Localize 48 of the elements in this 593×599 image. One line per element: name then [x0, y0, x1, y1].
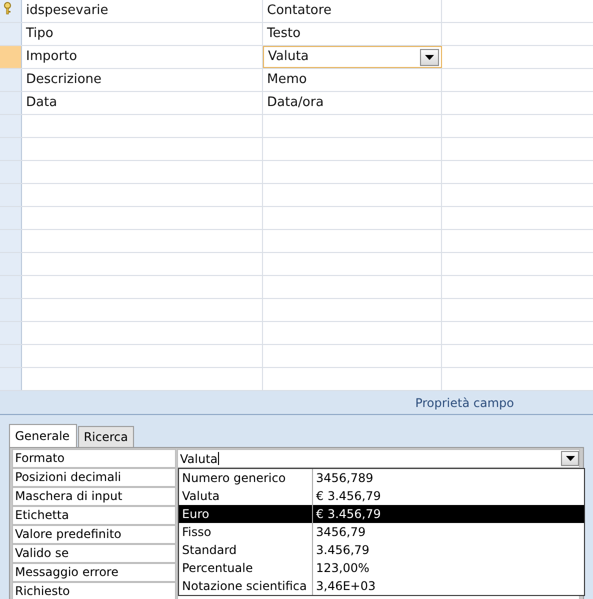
tab[interactable]: Generale [9, 424, 77, 447]
table-cell: Importo [22, 46, 263, 68]
dropdown-option[interactable]: Notazione scientifica 3,46E+03 [179, 577, 584, 595]
row-selector[interactable] [0, 69, 22, 91]
property-label: Valore predefinito [12, 525, 176, 544]
property-label: Richiesto [12, 582, 176, 599]
row-selector[interactable] [0, 92, 22, 114]
tab[interactable]: Ricerca [78, 426, 134, 447]
row-selector[interactable] [0, 161, 22, 183]
row-selector[interactable] [0, 322, 22, 344]
section-title: Proprietà campo [415, 396, 514, 410]
row-selector[interactable] [0, 115, 22, 137]
table-cell: Memo [263, 69, 442, 91]
table-cell: Tipo [22, 23, 263, 45]
dropdown-option[interactable]: Percentuale 123,00% [179, 559, 584, 577]
table-cell: Descrizione [22, 69, 263, 91]
caret-icon [425, 54, 434, 60]
row-selector[interactable] [0, 138, 22, 160]
row-selector[interactable] [0, 368, 22, 390]
row-selector[interactable] [0, 253, 22, 275]
dropdown-option[interactable]: Euro € 3.456,79 [179, 505, 584, 523]
property-label: Posizioni decimali [12, 468, 176, 487]
property-label: Maschera di input [12, 487, 176, 506]
format-dropdown[interactable]: Valuta [177, 449, 580, 468]
property-label: Formato [12, 449, 176, 468]
row-selector[interactable] [0, 299, 22, 321]
row-selector[interactable] [0, 207, 22, 229]
dropdown-option[interactable]: Numero generico 3456,789 [179, 469, 584, 487]
table-cell: idspesevarie [22, 0, 263, 22]
row-selector[interactable] [0, 0, 22, 22]
table-cell: Data [22, 92, 263, 114]
caret-icon [566, 456, 574, 461]
row-selector[interactable] [0, 184, 22, 206]
dropdown-button[interactable] [561, 451, 579, 466]
row-selector[interactable] [0, 230, 22, 252]
row-selector[interactable] [0, 23, 22, 45]
dropdown-option[interactable]: Standard 3.456,79 [179, 541, 584, 559]
table-cell: Testo [263, 23, 442, 45]
row-selector[interactable] [0, 345, 22, 367]
property-label: Messaggio errore [12, 563, 176, 582]
row-selector[interactable] [0, 276, 22, 298]
type-dropdown[interactable]: Valuta [263, 46, 442, 68]
dropdown-option[interactable]: Fisso 3456,79 [179, 523, 584, 541]
table-cell: Data/ora [263, 92, 442, 114]
table-cell: Contatore [263, 0, 442, 22]
property-label: Etichetta [12, 506, 176, 525]
property-label: Valido se [12, 544, 176, 563]
dropdown-button[interactable] [420, 48, 439, 66]
